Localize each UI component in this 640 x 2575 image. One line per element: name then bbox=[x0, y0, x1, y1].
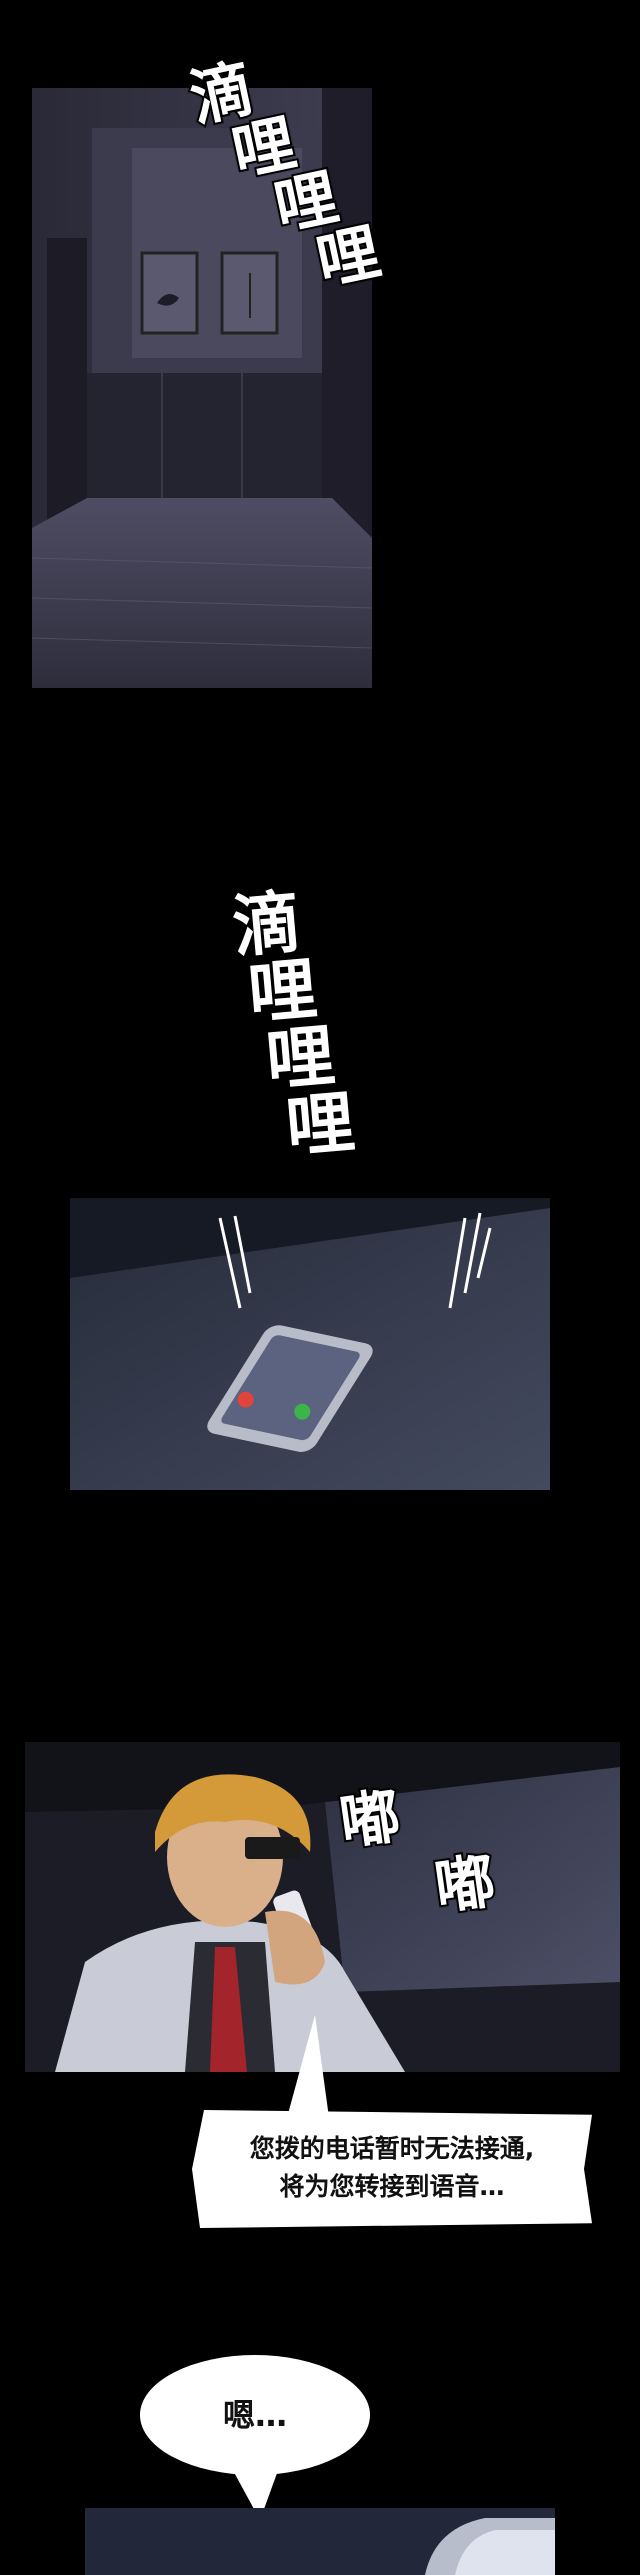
sfx-char: 哩 bbox=[308, 212, 388, 300]
dial-tone-sfx-1: 嘟 bbox=[333, 1779, 406, 1861]
sunglasses bbox=[245, 1837, 300, 1859]
sfx-char: 嘟 bbox=[333, 1779, 406, 1861]
sfx-char: 嘟 bbox=[428, 1844, 501, 1926]
reply-speech-bubble: 嗯… bbox=[140, 2355, 370, 2475]
ring-sfx-middle: 滴 哩 哩 哩 bbox=[227, 881, 360, 1170]
phone-on-table-panel bbox=[70, 1198, 550, 1490]
dial-tone-sfx-2: 嘟 bbox=[428, 1844, 501, 1926]
bottom-phone-art bbox=[85, 2508, 555, 2575]
picture-frame-left bbox=[140, 251, 199, 335]
operator-line-1: 您拨的电话暂时无法接通, bbox=[249, 2134, 535, 2163]
reply-text: 嗯… bbox=[222, 2396, 287, 2434]
table-art bbox=[70, 1198, 550, 1490]
bottom-phone-panel bbox=[85, 2508, 555, 2575]
operator-line-2: 将为您转接到语音… bbox=[279, 2172, 505, 2201]
sfx-char: 哩 bbox=[281, 1081, 360, 1170]
operator-speech-bubble: 您拨的电话暂时无法接通, 将为您转接到语音… bbox=[192, 2110, 592, 2228]
sfx-char: 滴 bbox=[227, 881, 306, 970]
